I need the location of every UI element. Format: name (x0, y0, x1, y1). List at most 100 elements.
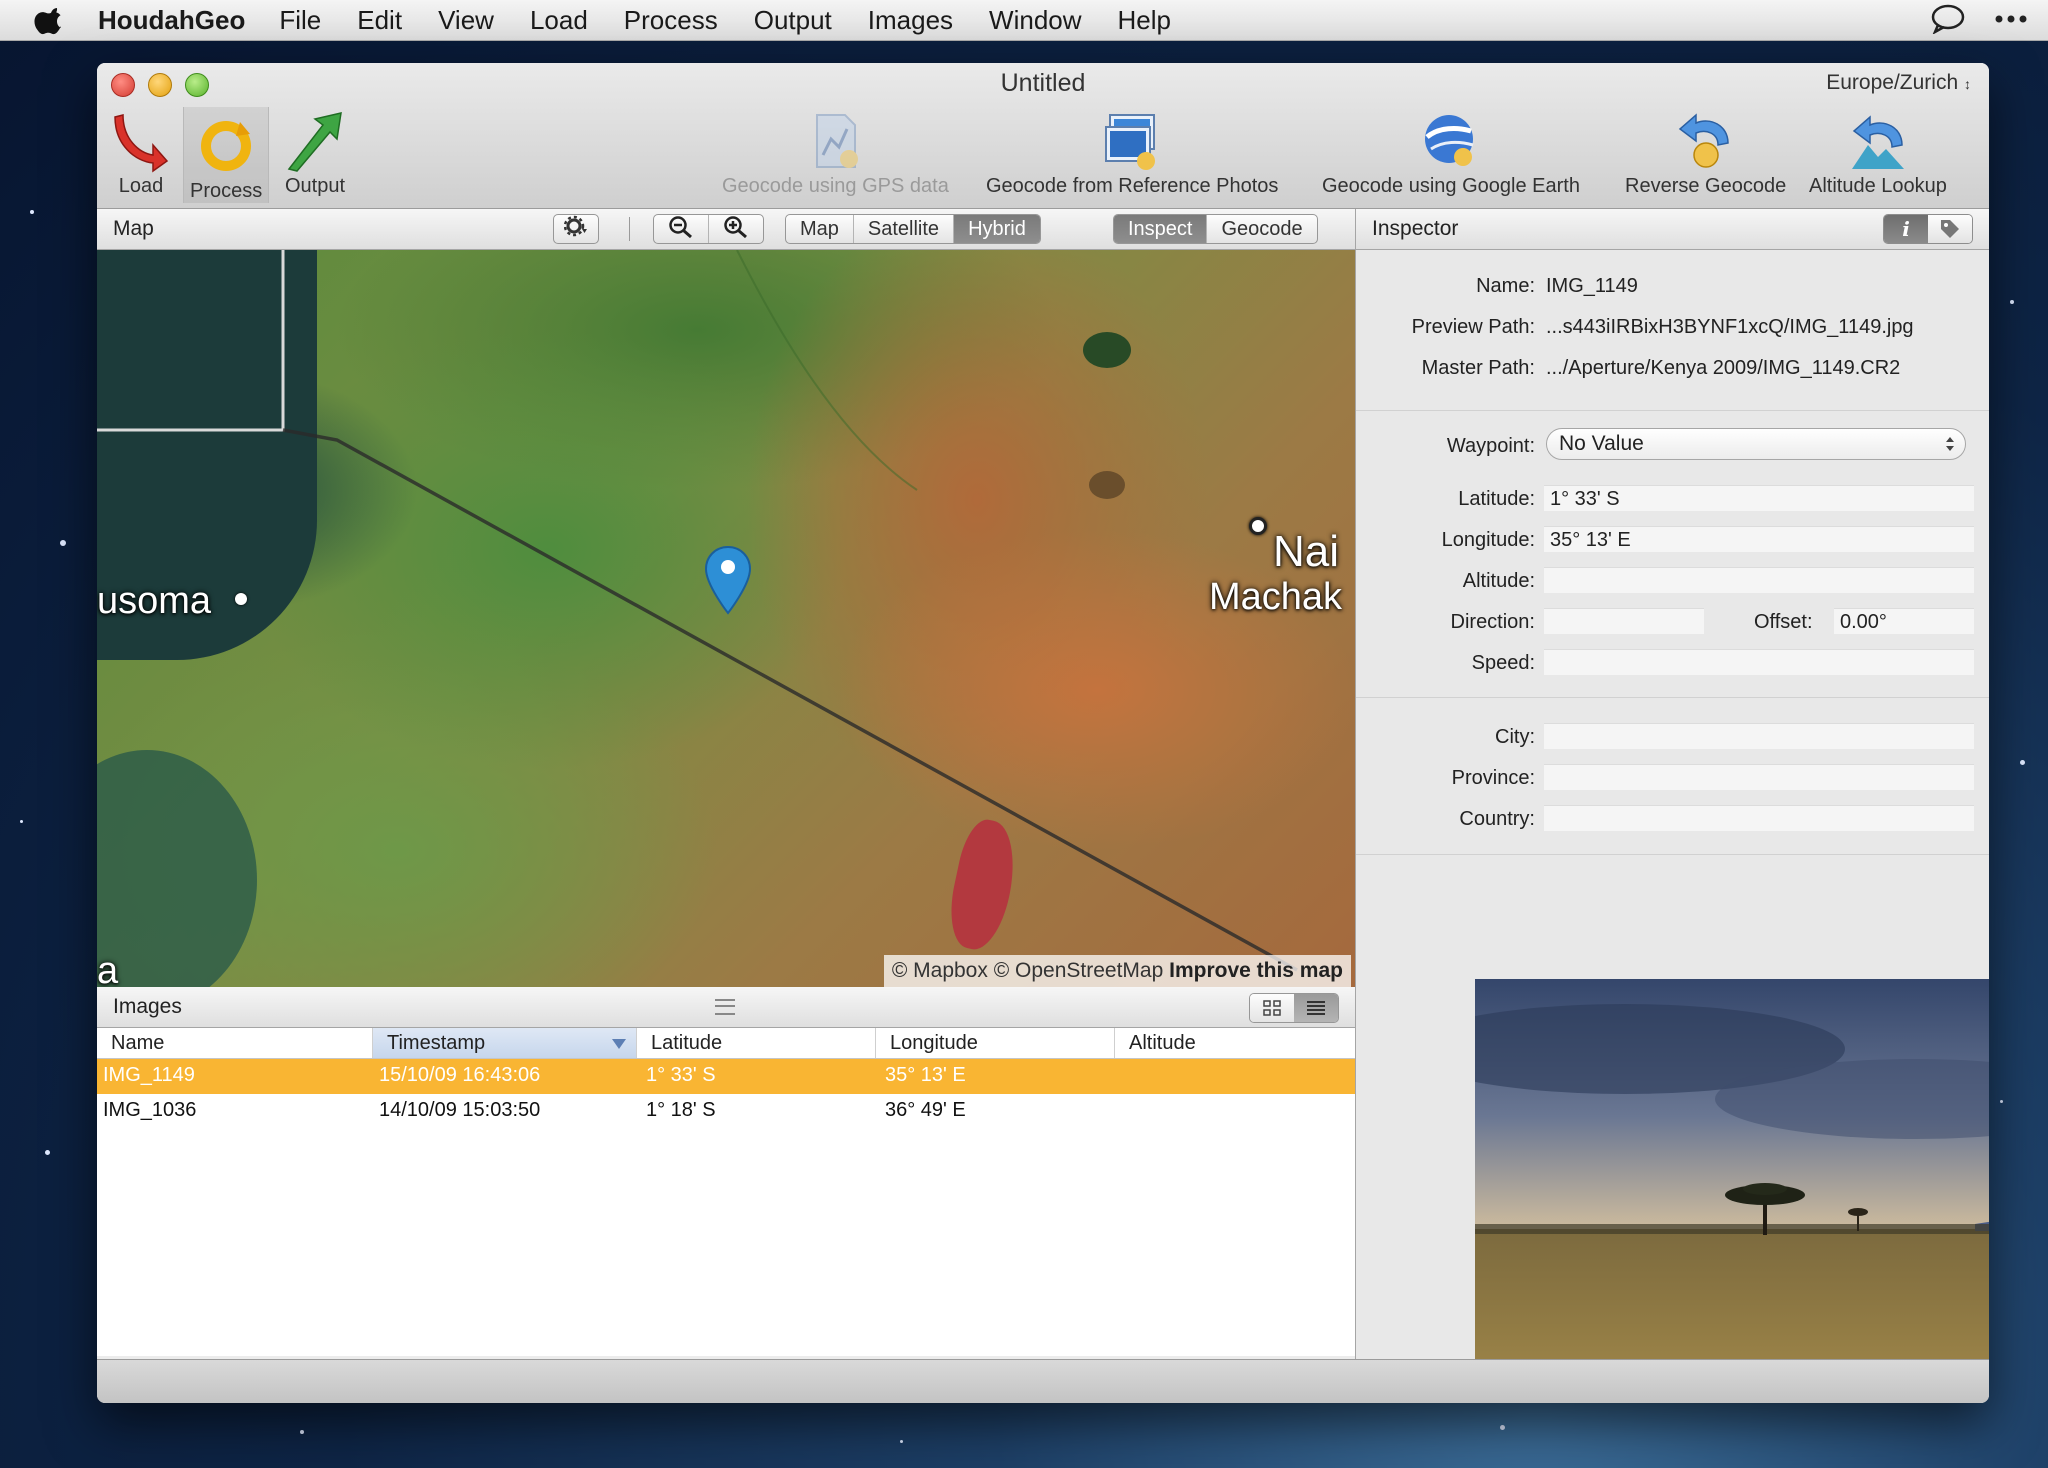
globe-icon (1424, 115, 1474, 166)
timezone-selector[interactable]: Europe/Zurich ↕ (1826, 71, 1971, 95)
altitude-lookup-label: Altitude Lookup (1809, 175, 1947, 197)
waypoint-value: No Value (1559, 432, 1644, 455)
city-dot (1249, 517, 1267, 535)
menu-bar: HoudahGeo File Edit View Load Process Ou… (0, 0, 2048, 41)
zoom-in-button[interactable] (708, 215, 763, 243)
list-view-button[interactable] (1294, 994, 1338, 1022)
column-timestamp[interactable]: Timestamp (373, 1028, 637, 1058)
longitude-label: Longitude: (1441, 529, 1535, 551)
more-icon[interactable] (1994, 14, 2028, 24)
geocode-reference-button[interactable]: Geocode from Reference Photos (986, 109, 1278, 198)
menu-load[interactable]: Load (530, 5, 588, 36)
attribution-text: © Mapbox © OpenStreetMap (891, 959, 1164, 982)
inspector-title: Inspector (1372, 217, 1459, 240)
info-tab[interactable]: i (1884, 215, 1928, 243)
magnifier-minus-icon (669, 216, 692, 239)
list-icon (1307, 1001, 1325, 1015)
altitude-row: Altitude: (1356, 567, 1989, 597)
zoom-out-button[interactable] (654, 215, 708, 243)
speech-bubble-icon[interactable] (1930, 4, 1966, 34)
province-field[interactable] (1544, 764, 1974, 790)
waypoint-select[interactable]: No Value (1546, 428, 1966, 460)
app-menu[interactable]: HoudahGeo (98, 5, 245, 36)
altitude-label: Altitude: (1462, 570, 1535, 592)
column-timestamp-label: Timestamp (387, 1032, 486, 1054)
offset-field[interactable]: 0.00° (1834, 608, 1974, 634)
menu-images[interactable]: Images (868, 5, 953, 36)
altitude-field[interactable] (1544, 567, 1974, 593)
menu-output[interactable]: Output (754, 5, 832, 36)
improve-map-link[interactable]: Improve this map (1169, 959, 1343, 982)
menu-process[interactable]: Process (624, 5, 718, 36)
longitude-field[interactable]: 35° 13' E (1544, 526, 1974, 552)
tab-inspect[interactable]: Inspect (1114, 215, 1207, 243)
output-label: Output (284, 175, 346, 197)
map-settings-button[interactable] (553, 214, 599, 244)
output-button[interactable]: Output (283, 109, 347, 198)
view-toggle (1249, 993, 1339, 1023)
map-type-control: Map Satellite Hybrid (785, 214, 1041, 244)
speed-label: Speed: (1471, 652, 1535, 674)
location-pin-icon[interactable] (704, 545, 752, 615)
satellite-map[interactable]: usoma Nai Machak a © Mapbox © OpenStreet… (97, 250, 1355, 987)
split-handle-icon[interactable] (715, 999, 735, 1015)
menu-window[interactable]: Window (989, 5, 1081, 36)
name-label: Name: (1476, 275, 1535, 297)
city-field[interactable] (1544, 723, 1974, 749)
country-field[interactable] (1544, 805, 1974, 831)
offset-label: Offset: (1754, 611, 1813, 633)
map-type-hybrid[interactable]: Hybrid (953, 215, 1040, 243)
speed-field[interactable] (1544, 649, 1974, 675)
geocode-gps-button[interactable]: Geocode using GPS data (722, 109, 949, 198)
altitude-lookup-button[interactable]: Altitude Lookup (1809, 109, 1947, 198)
column-longitude[interactable]: Longitude (876, 1028, 1115, 1058)
cell-latitude: 1° 33' S (646, 1064, 716, 1086)
gps-track-icon (816, 114, 859, 168)
star (45, 1150, 50, 1155)
country-label: Country: (1459, 808, 1535, 830)
load-arrow-icon (114, 114, 169, 173)
load-button[interactable]: Load (109, 109, 173, 198)
map-attribution: © Mapbox © OpenStreetMap Improve this ma… (883, 955, 1351, 987)
menu-view[interactable]: View (438, 5, 494, 36)
cell-longitude: 36° 49' E (885, 1099, 966, 1121)
column-latitude[interactable]: Latitude (637, 1028, 876, 1058)
map-type-map[interactable]: Map (786, 215, 853, 243)
geocode-google-earth-button[interactable]: Geocode using Google Earth (1322, 109, 1580, 198)
grid-view-button[interactable] (1250, 994, 1294, 1022)
latitude-field[interactable]: 1° 33' S (1544, 485, 1974, 511)
gear-icon (554, 215, 598, 243)
map-label-edge: a (97, 950, 119, 987)
grid-icon (1263, 1000, 1281, 1016)
apple-icon[interactable] (34, 3, 68, 37)
preview-path-label: Preview Path: (1411, 316, 1535, 338)
map-type-satellite[interactable]: Satellite (852, 215, 953, 243)
star (2010, 300, 2014, 304)
column-name[interactable]: Name (97, 1028, 373, 1058)
province-label: Province: (1451, 767, 1535, 789)
menu-edit[interactable]: Edit (357, 5, 402, 36)
tags-tab[interactable] (1928, 215, 1972, 243)
map-label-nairobi: Nai (1273, 527, 1340, 576)
menu-help[interactable]: Help (1118, 5, 1171, 36)
menu-file[interactable]: File (279, 5, 321, 36)
reverse-geocode-button[interactable]: Reverse Geocode (1625, 109, 1786, 198)
master-path-label: Master Path: (1421, 357, 1535, 379)
waypoint-label: Waypoint: (1446, 435, 1535, 457)
city-label: City: (1495, 726, 1535, 748)
table-row[interactable]: IMG_1149 15/10/09 16:43:06 1° 33' S 35° … (97, 1059, 1355, 1094)
column-altitude[interactable]: Altitude (1115, 1028, 1355, 1058)
table-header: Name Timestamp Latitude Longitude Altitu… (97, 1028, 1355, 1059)
process-cycle-icon (201, 121, 252, 171)
direction-field[interactable] (1544, 608, 1704, 634)
master-path-row: Master Path: .../Aperture/Kenya 2009/IMG… (1356, 354, 1989, 384)
zoom-controls (653, 214, 764, 244)
map-title: Map (113, 217, 154, 240)
preview-path-row: Preview Path: ...s443iIRBixH3BYNF1xcQ/IM… (1356, 313, 1989, 343)
process-button[interactable]: Process (183, 107, 270, 203)
table-row[interactable]: IMG_1036 14/10/09 15:03:50 1° 18' S 36° … (97, 1094, 1355, 1129)
magnifier-plus-icon (724, 216, 747, 239)
master-path-value: .../Aperture/Kenya 2009/IMG_1149.CR2 (1546, 357, 1901, 379)
altitude-lookup-icon (1851, 115, 1904, 169)
tab-geocode[interactable]: Geocode (1206, 215, 1316, 243)
